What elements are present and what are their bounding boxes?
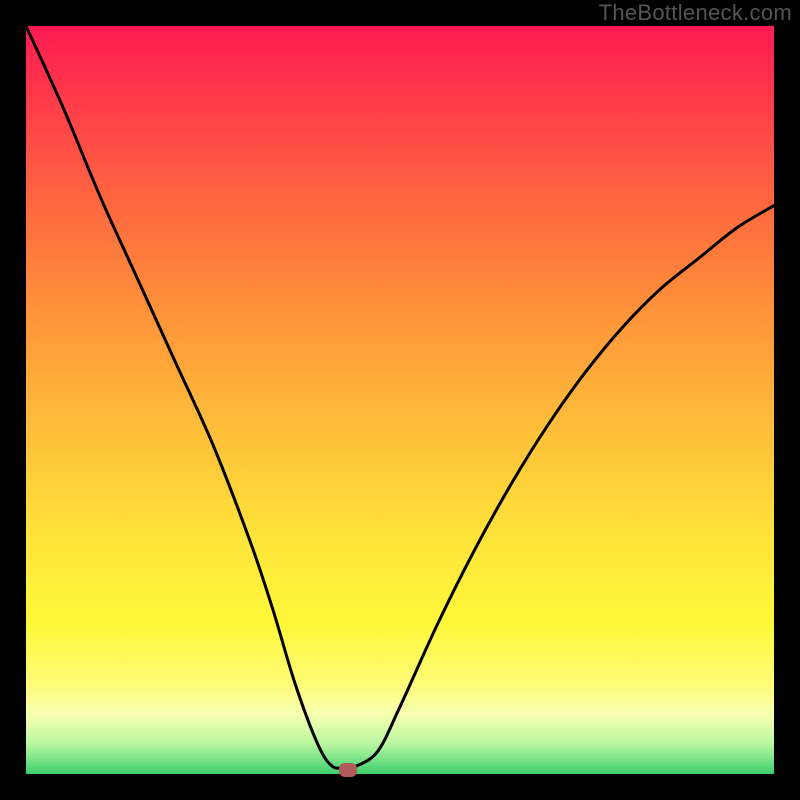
watermark-text: TheBottleneck.com <box>599 0 792 26</box>
chart-frame: TheBottleneck.com <box>0 0 800 800</box>
plot-area <box>26 26 774 774</box>
optimum-marker <box>339 763 357 777</box>
bottleneck-curve <box>26 26 774 774</box>
